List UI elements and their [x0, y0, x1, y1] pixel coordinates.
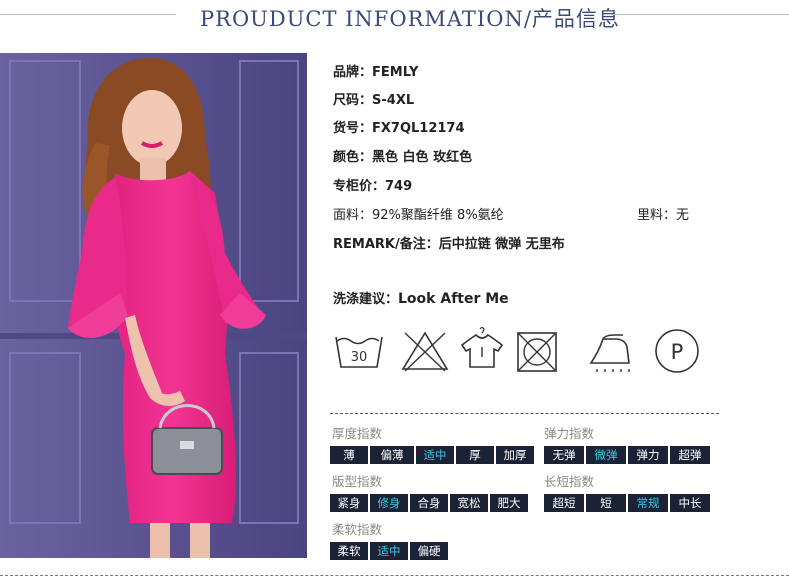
price-row: 专柜价：749	[333, 175, 412, 194]
fit-option-selected: 修身	[370, 494, 408, 512]
fabric-label: 面料：	[333, 208, 373, 223]
fabric-row: 面料：92%聚酯纤维 8%氨纶	[333, 204, 504, 223]
color-label: 颜色：	[333, 150, 373, 165]
softness-option: 柔软	[330, 542, 368, 560]
length-option: 中长	[670, 494, 710, 512]
price-value: 749	[385, 179, 413, 194]
iron-steam-icon	[585, 325, 637, 377]
lining-row: 里料：无	[637, 204, 689, 223]
softness-title: 柔软指数	[332, 522, 383, 537]
elasticity-options: 无弹 微弹 弹力 超弹	[544, 446, 712, 464]
no-bleach-icon	[399, 325, 451, 377]
elasticity-title: 弹力指数	[544, 426, 595, 441]
sku-label: 货号：	[333, 121, 373, 136]
care-value: Look After Me	[398, 291, 509, 307]
sku-row: 货号：FX7QL12174	[333, 117, 465, 136]
no-tumble-dry-icon	[512, 325, 564, 377]
product-photo	[0, 53, 307, 558]
thickness-option: 薄	[330, 446, 368, 464]
elasticity-option: 无弹	[544, 446, 584, 464]
wash-temp: 30	[351, 350, 368, 365]
lining-label: 里料：	[637, 208, 677, 223]
care-advice: 洗涤建议：Look After Me	[333, 288, 509, 307]
color-row: 颜色：黑色 白色 玫红色	[333, 146, 472, 165]
thickness-option: 加厚	[496, 446, 534, 464]
page-title: PROUDUCT INFORMATION/产品信息	[200, 7, 620, 31]
lining-value: 无	[676, 208, 690, 223]
length-option: 短	[586, 494, 626, 512]
header-rule-left	[0, 14, 176, 15]
size-label: 尺码：	[333, 93, 373, 108]
thickness-options: 薄 偏薄 适中 厚 加厚	[330, 446, 536, 464]
elasticity-option-selected: 微弹	[586, 446, 626, 464]
fit-option: 合身	[410, 494, 448, 512]
fit-option: 紧身	[330, 494, 368, 512]
softness-option-selected: 适中	[370, 542, 408, 560]
elasticity-option: 弹力	[628, 446, 668, 464]
size-value: S-4XL	[372, 93, 415, 108]
hang-dry-icon	[456, 325, 508, 377]
length-option-selected: 常规	[628, 494, 668, 512]
index-top-divider	[330, 413, 719, 414]
dryclean-letter: P	[671, 340, 684, 364]
fit-options: 紧身 修身 合身 宽松 肥大	[330, 494, 530, 512]
color-value: 黑色 白色 玫红色	[372, 150, 473, 165]
care-label: 洗涤建议：	[333, 292, 399, 307]
remark-row: REMARK/备注：后中拉链 微弹 无里布	[333, 233, 565, 252]
brand-label: 品牌：	[333, 65, 373, 80]
bottom-divider	[0, 575, 789, 576]
sku-value: FX7QL12174	[372, 121, 465, 136]
fit-option: 肥大	[490, 494, 528, 512]
fit-title: 版型指数	[332, 474, 383, 489]
thickness-option: 厚	[456, 446, 494, 464]
length-option: 超短	[544, 494, 584, 512]
fit-option: 宽松	[450, 494, 488, 512]
length-options: 超短 短 常规 中长	[544, 494, 712, 512]
price-label: 专柜价：	[333, 179, 386, 194]
brand-value: FEMLY	[372, 65, 419, 80]
header-rule-right	[612, 14, 789, 15]
softness-option: 偏硬	[410, 542, 448, 560]
remark-value: 后中拉链 微弹 无里布	[438, 237, 565, 252]
brand-row: 品牌：FEMLY	[333, 61, 418, 80]
length-title: 长短指数	[544, 474, 595, 489]
size-row: 尺码：S-4XL	[333, 89, 414, 108]
wash-30-icon: 30	[333, 325, 385, 377]
dry-clean-p-icon: P	[651, 325, 703, 377]
remark-label: REMARK/备注：	[333, 237, 439, 252]
thickness-option: 偏薄	[370, 446, 414, 464]
softness-options: 柔软 适中 偏硬	[330, 542, 450, 560]
elasticity-option: 超弹	[670, 446, 710, 464]
thickness-option-selected: 适中	[416, 446, 454, 464]
fabric-value: 92%聚酯纤维 8%氨纶	[372, 208, 504, 223]
thickness-title: 厚度指数	[332, 426, 383, 441]
